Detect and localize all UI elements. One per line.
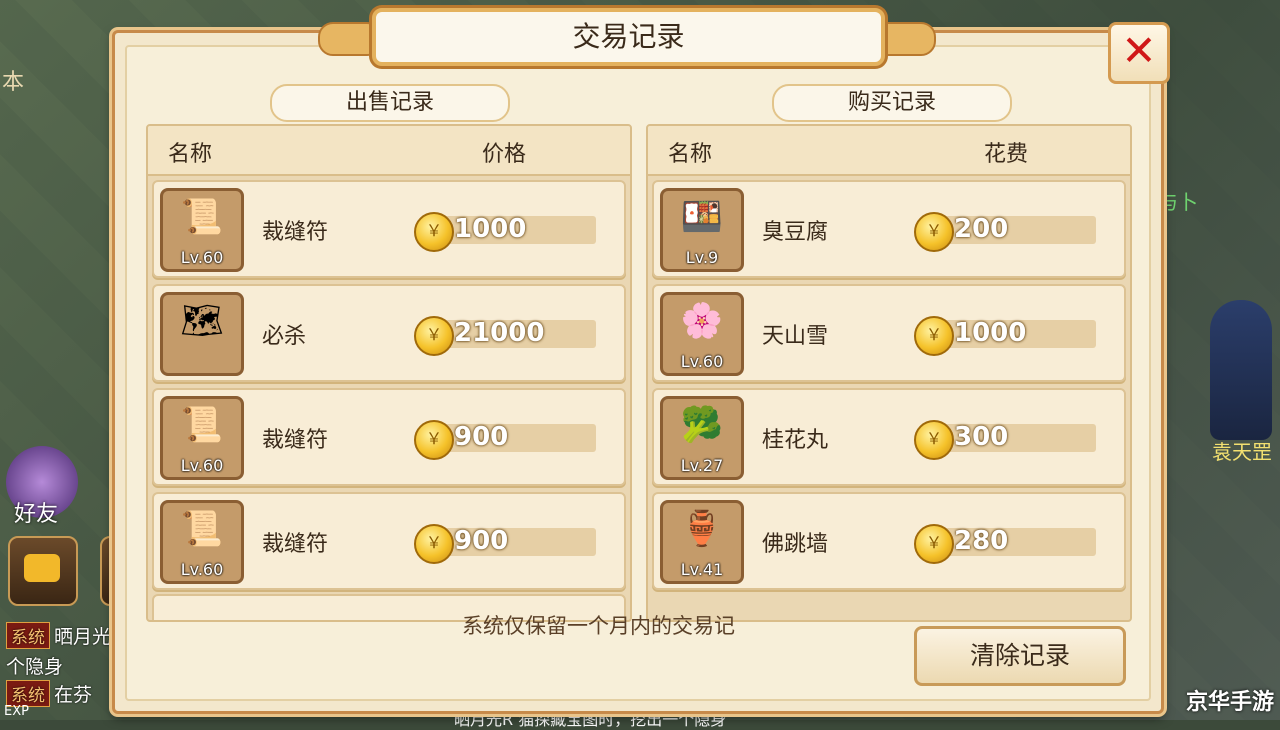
jar-pot-icon[interactable]: 🏺 Lv.41	[660, 500, 744, 584]
buy-record-tab: 购买记录	[772, 84, 1012, 122]
buy-table-header: 名称 花费	[648, 126, 1130, 176]
item-name: 佛跳墙	[762, 532, 829, 557]
item-glyph: 🌸	[680, 301, 724, 341]
sell-record-tab: 出售记录	[270, 84, 510, 122]
table-row[interactable]: 🌸 Lv.60 天山雪 ￥ 1000	[652, 284, 1126, 382]
item-price: 900	[454, 526, 509, 556]
chat-text: 在芬	[54, 684, 93, 706]
table-row[interactable]: 🍱 Lv.9 臭豆腐 ￥ 200	[652, 180, 1126, 278]
chat-bubble-button[interactable]	[8, 536, 78, 606]
item-level: Lv.60	[680, 352, 724, 371]
item-name: 裁缝符	[262, 532, 329, 557]
chat-bubble-icon	[24, 554, 60, 582]
chat-line: 系统 在芬	[6, 680, 92, 707]
dialog-title: 交易记录	[372, 8, 885, 66]
item-price: 21000	[454, 318, 545, 348]
table-row[interactable]: 🗺 必杀 ￥ 21000	[152, 284, 626, 382]
background-fragment: 与卜	[1158, 190, 1198, 214]
sell-record-panel[interactable]: 名称 价格 📜 Lv.60 裁缝符 ￥ 1000 🗺 必杀 ￥ 21000 📜 Lv.60 裁缝符 ￥ 9…	[146, 124, 632, 622]
osmanthus-ball-icon[interactable]: 🥦 Lv.27	[660, 396, 744, 480]
item-level: Lv.60	[180, 560, 224, 579]
item-price: 900	[454, 422, 509, 452]
item-name: 桂花丸	[762, 428, 829, 453]
table-row[interactable]: 📜 Lv.60 裁缝符 ￥ 1000	[152, 180, 626, 278]
watermark-logo: 京华手游	[1185, 690, 1274, 715]
item-name: 臭豆腐	[762, 220, 829, 245]
item-level: Lv.60	[180, 248, 224, 267]
chat-text: 晒月光	[54, 626, 112, 648]
item-price: 1000	[454, 214, 527, 244]
chat-tag: 系统	[6, 622, 50, 649]
background-glyph: 本	[2, 70, 25, 95]
scroll-icon[interactable]: 📜 Lv.60	[160, 500, 244, 584]
item-name: 必杀	[262, 324, 307, 349]
item-glyph: 🏺	[680, 509, 724, 549]
item-level: Lv.27	[680, 456, 724, 475]
gold-coin-icon: ￥	[914, 212, 954, 252]
gold-coin-icon: ￥	[914, 316, 954, 356]
item-price: 1000	[954, 318, 1027, 348]
table-row[interactable]: 🥦 Lv.27 桂花丸 ￥ 300	[652, 388, 1126, 486]
item-level: Lv.9	[685, 248, 719, 267]
scroll-icon[interactable]: 📜 Lv.60	[160, 188, 244, 272]
chat-line: 个隐身	[6, 652, 63, 679]
chat-tag: 系统	[6, 680, 50, 707]
chat-line: 系统 晒月光	[6, 622, 111, 649]
item-glyph: 📜	[180, 197, 224, 237]
exp-label: EXP	[4, 704, 29, 719]
buy-col-name: 名称	[668, 142, 713, 167]
item-level: Lv.41	[680, 560, 724, 579]
npc-character[interactable]	[1210, 300, 1272, 440]
chat-text: 个隐身	[6, 656, 64, 678]
item-name: 裁缝符	[262, 220, 329, 245]
sell-col-price: 价格	[482, 142, 527, 167]
gold-coin-icon: ￥	[914, 420, 954, 460]
clear-records-button[interactable]: 清除记录	[914, 626, 1126, 686]
item-glyph: 🗺	[180, 301, 224, 341]
item-glyph: 📜	[180, 405, 224, 445]
gold-coin-icon: ￥	[414, 316, 454, 356]
scroll-icon[interactable]: 📜 Lv.60	[160, 396, 244, 480]
buy-record-panel[interactable]: 名称 花费 🍱 Lv.9 臭豆腐 ￥ 200 🌸 Lv.60 天山雪 ￥ 1000 🥦 Lv.27 桂花…	[646, 124, 1132, 622]
table-row[interactable]: 📜 Lv.60 裁缝符 ￥ 900	[152, 388, 626, 486]
table-row[interactable]: 🏺 Lv.41 佛跳墙 ￥ 280	[652, 492, 1126, 590]
gold-coin-icon: ￥	[414, 524, 454, 564]
item-price: 300	[954, 422, 1009, 452]
item-level: Lv.60	[180, 456, 224, 475]
item-glyph: 🍱	[680, 197, 724, 237]
npc-name: 袁天罡	[1212, 440, 1272, 464]
retention-note: 系统仅保留一个月内的交易记	[462, 614, 735, 638]
buy-col-cost: 花费	[984, 142, 1029, 167]
gold-coin-icon: ￥	[414, 420, 454, 460]
item-price: 280	[954, 526, 1009, 556]
gold-coin-icon: ￥	[414, 212, 454, 252]
map-scroll-icon[interactable]: 🗺	[160, 292, 244, 376]
gold-coin-icon: ￥	[914, 524, 954, 564]
close-button[interactable]: ✕	[1108, 22, 1170, 84]
item-name: 裁缝符	[262, 428, 329, 453]
table-row[interactable]: 📜 Lv.60 裁缝符 ￥ 900	[152, 492, 626, 590]
lotus-flower-icon[interactable]: 🌸 Lv.60	[660, 292, 744, 376]
item-glyph: 📜	[180, 509, 224, 549]
sell-table-header: 名称 价格	[148, 126, 630, 176]
sell-col-name: 名称	[168, 142, 213, 167]
item-glyph: 🥦	[680, 405, 724, 445]
item-price: 200	[954, 214, 1009, 244]
close-icon: ✕	[1121, 26, 1157, 75]
friend-label: 好友	[14, 502, 59, 527]
item-name: 天山雪	[762, 324, 829, 349]
tofu-dish-icon[interactable]: 🍱 Lv.9	[660, 188, 744, 272]
